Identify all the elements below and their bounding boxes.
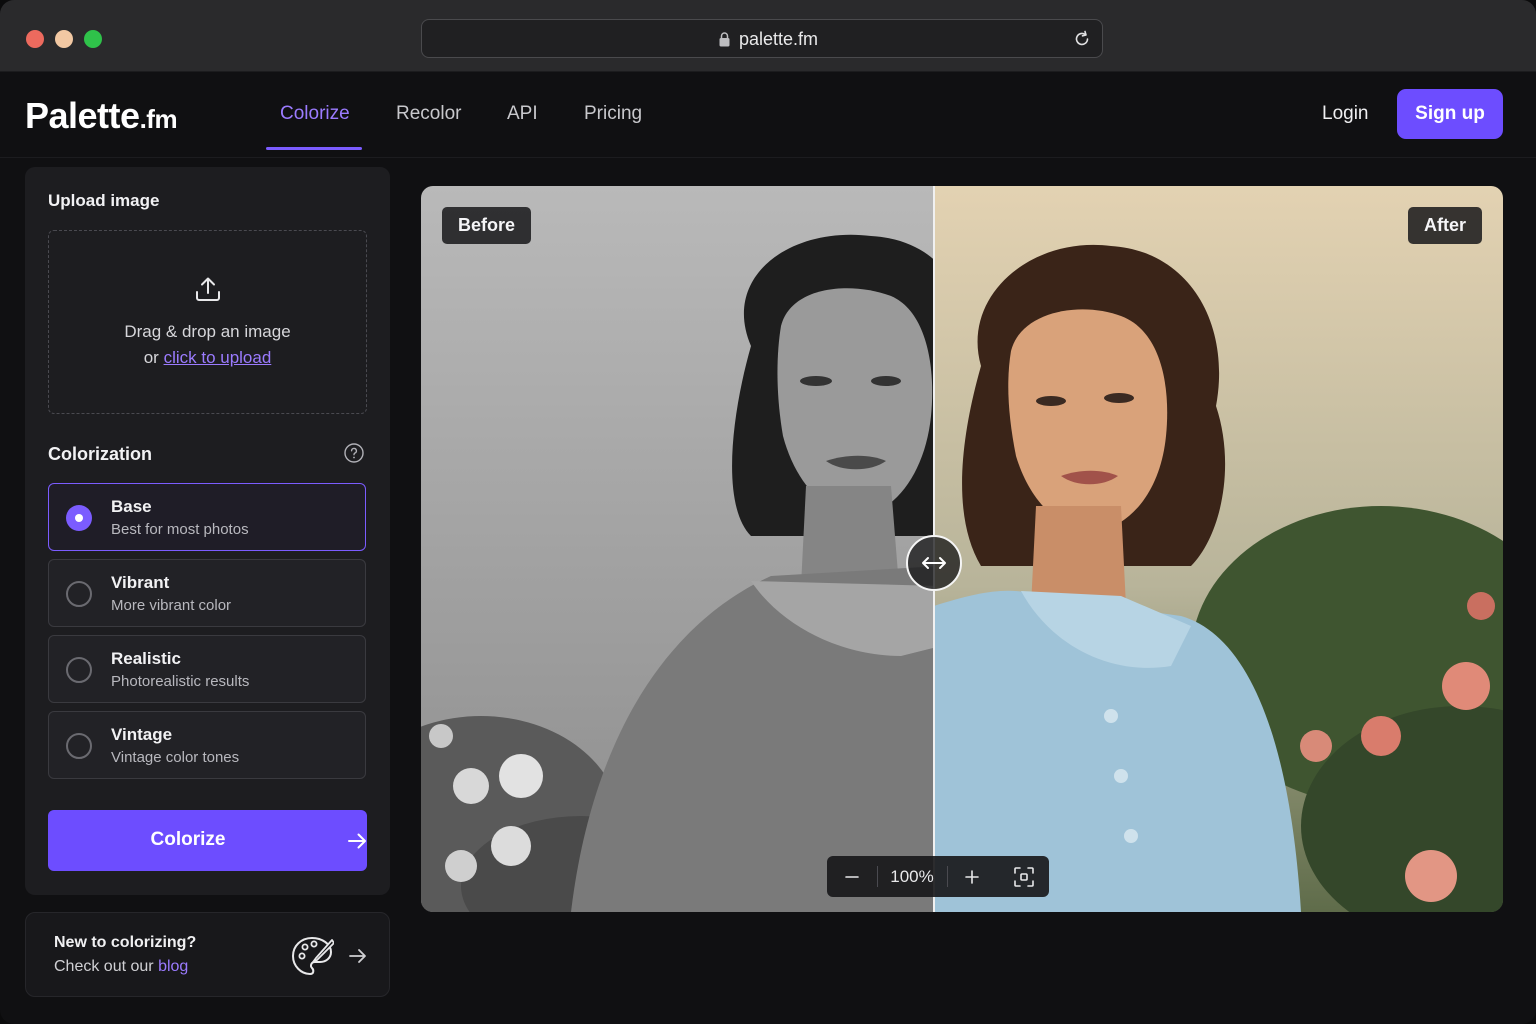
- click-to-upload-link[interactable]: click to upload: [164, 348, 272, 367]
- radio-vintage[interactable]: [66, 733, 92, 759]
- zoom-controls: 100%: [827, 856, 1049, 897]
- upload-icon: [196, 277, 220, 301]
- fit-to-screen-button[interactable]: [999, 856, 1049, 897]
- option-vintage[interactable]: Vintage Vintage color tones: [48, 711, 366, 779]
- blog-question: New to colorizing?: [54, 934, 197, 951]
- before-label: Before: [442, 207, 532, 244]
- or-text: or: [143, 348, 159, 367]
- address-bar[interactable]: palette.fm: [421, 19, 1103, 58]
- nav-colorize[interactable]: Colorize: [280, 103, 350, 125]
- radio-vibrant[interactable]: [66, 581, 92, 607]
- option-subtitle: Best for most photos: [111, 521, 249, 538]
- settings-panel: Upload image Drag & drop an image or cli…: [25, 167, 390, 895]
- image-compare-viewer[interactable]: Before After 100%: [421, 186, 1503, 912]
- option-subtitle: Vintage color tones: [111, 749, 240, 766]
- logo-main: Palette: [25, 95, 140, 136]
- minus-icon: [845, 875, 859, 878]
- zoom-separator: [877, 866, 878, 887]
- nav-api[interactable]: API: [507, 103, 538, 125]
- nav-pricing[interactable]: Pricing: [584, 103, 642, 125]
- blog-line: Check out our blog: [54, 958, 188, 976]
- help-icon[interactable]: [344, 443, 364, 463]
- option-realistic[interactable]: Realistic Photorealistic results: [48, 635, 366, 703]
- login-link[interactable]: Login: [1322, 103, 1369, 125]
- radio-base[interactable]: [66, 505, 92, 531]
- photo-comparison: [421, 186, 1503, 912]
- dropzone-text: Drag & drop an image or click to upload: [49, 319, 366, 371]
- url-text: palette.fm: [739, 29, 819, 49]
- after-label: After: [1407, 207, 1482, 244]
- option-base[interactable]: Base Best for most photos: [48, 483, 366, 551]
- zoom-level: 100%: [890, 866, 934, 886]
- palette-brush-icon: [291, 936, 334, 976]
- compare-slider-handle[interactable]: [906, 535, 962, 591]
- upload-title: Upload image: [48, 191, 160, 210]
- arrow-right-icon: [349, 949, 366, 963]
- colorize-button[interactable]: Colorize: [48, 810, 367, 871]
- logo-suffix: .fm: [139, 104, 178, 134]
- colorization-title: Colorization: [48, 444, 152, 464]
- zoom-in-button[interactable]: [947, 856, 997, 897]
- option-subtitle: More vibrant color: [111, 597, 232, 614]
- browser-toolbar: palette.fm: [0, 0, 1536, 72]
- maximize-window-button[interactable]: [84, 30, 102, 48]
- signup-button[interactable]: Sign up: [1397, 89, 1503, 139]
- fit-screen-icon: [1014, 866, 1034, 887]
- nav-recolor[interactable]: Recolor: [396, 103, 461, 125]
- blog-link[interactable]: blog: [158, 958, 188, 975]
- option-vibrant[interactable]: Vibrant More vibrant color: [48, 559, 366, 627]
- blog-card[interactable]: New to colorizing? Check out our blog: [25, 912, 390, 997]
- lock-icon: [719, 32, 730, 47]
- horizontal-arrows-icon: [922, 557, 946, 569]
- option-title: Base: [111, 497, 152, 516]
- logo[interactable]: Palette.fm: [25, 95, 178, 137]
- zoom-out-button[interactable]: [827, 856, 877, 897]
- arrow-right-icon: [348, 833, 366, 849]
- app-window: palette.fm Palette.fm Colorize Recolor A…: [0, 0, 1536, 1024]
- upload-dropzone[interactable]: Drag & drop an image or click to upload: [48, 230, 367, 414]
- app-header: Palette.fm Colorize Recolor API Pricing …: [0, 73, 1536, 158]
- reload-icon[interactable]: [1072, 29, 1092, 49]
- option-subtitle: Photorealistic results: [111, 673, 250, 690]
- option-title: Vibrant: [111, 573, 170, 592]
- minimize-window-button[interactable]: [55, 30, 73, 48]
- active-nav-indicator: [266, 147, 362, 150]
- plus-icon: [965, 869, 979, 884]
- close-window-button[interactable]: [26, 30, 44, 48]
- radio-realistic[interactable]: [66, 657, 92, 683]
- colorize-button-label: Colorize: [150, 829, 226, 850]
- blog-prefix: Check out our: [54, 958, 154, 975]
- drop-instruction: Drag & drop an image: [124, 322, 291, 341]
- option-title: Vintage: [111, 725, 173, 744]
- option-title: Realistic: [111, 649, 181, 668]
